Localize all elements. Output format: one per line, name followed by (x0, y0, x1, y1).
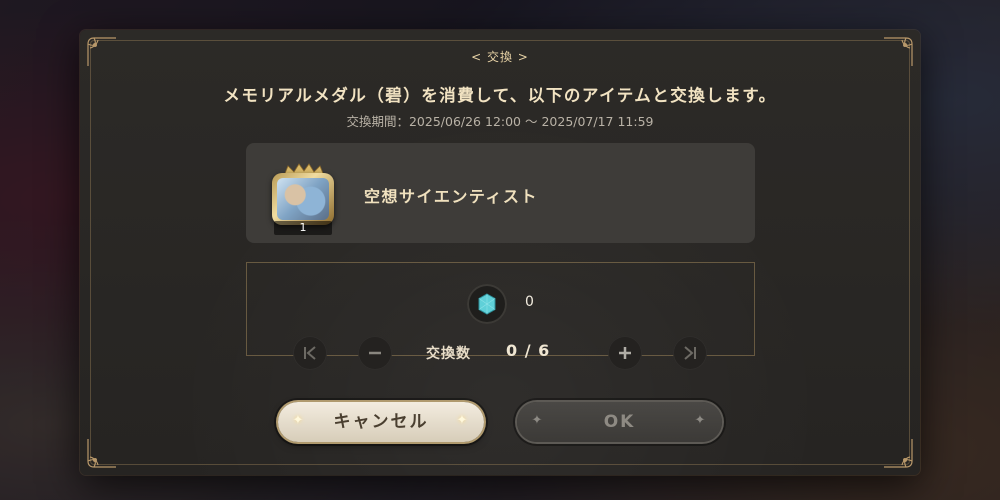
currency-badge (467, 284, 507, 324)
item-name: 空想サイエンティスト (364, 187, 538, 206)
decrease-button[interactable] (358, 336, 392, 370)
corner-ornament-icon (880, 435, 914, 469)
quantity-label: 交換数 (426, 346, 471, 362)
increase-button[interactable] (608, 336, 642, 370)
quantity-value: 0 / 6 (506, 341, 551, 360)
cancel-button-label: キャンセル (333, 412, 429, 432)
corner-ornament-icon (86, 435, 120, 469)
ok-button[interactable]: ✦ OK ✦ (517, 402, 722, 442)
sparkle-icon: ✦ (456, 413, 470, 428)
exchange-period: 交換期間：2025/06/26 12:00 ～ 2025/07/17 11:59 (346, 114, 654, 129)
plus-icon (619, 347, 631, 359)
item-thumbnail[interactable]: 1 (268, 163, 340, 235)
skip-to-start-icon (304, 346, 316, 360)
sparkle-icon: ✦ (292, 413, 306, 428)
reward-item-card: 1 空想サイエンティスト (246, 143, 755, 243)
currency-amount: 0 (525, 294, 534, 310)
ok-button-label: OK (603, 412, 636, 432)
character-card-icon (272, 173, 334, 225)
minus-icon (369, 351, 381, 355)
sparkle-icon: ✦ (694, 413, 708, 428)
skip-to-end-icon (684, 346, 696, 360)
blue-gem-icon (478, 293, 496, 315)
item-count: 1 (274, 221, 332, 235)
max-quantity-button[interactable] (673, 336, 707, 370)
min-quantity-button[interactable] (293, 336, 327, 370)
dialog-title: メモリアルメダル（碧）を消費して、以下のアイテムと交換します。 (223, 86, 777, 105)
dialog-header-tag: < 交換 > (471, 50, 529, 64)
sparkle-icon: ✦ (531, 413, 545, 428)
exchange-dialog: < 交換 > メモリアルメダル（碧）を消費して、以下のアイテムと交換します。 交… (80, 30, 920, 475)
cancel-button[interactable]: ✦ キャンセル ✦ (278, 402, 484, 442)
